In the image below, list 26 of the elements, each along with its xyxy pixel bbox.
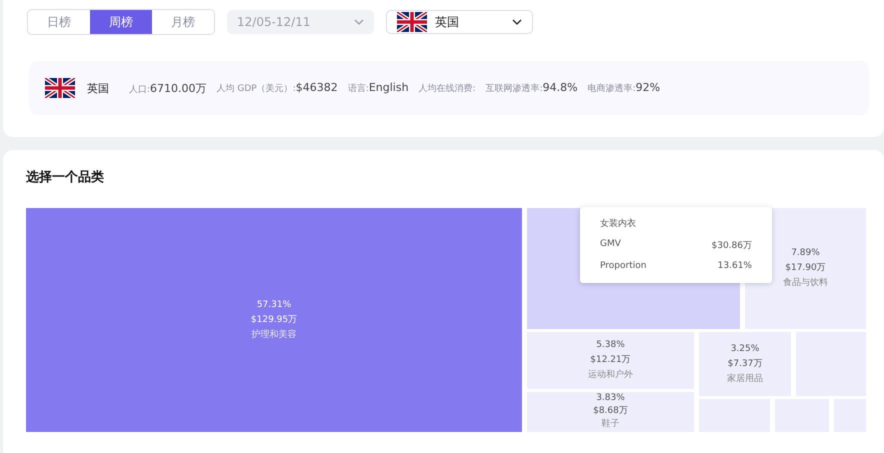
country-stat: 电商渗透率:92% <box>588 81 660 95</box>
section-title: 选择一个品类 <box>26 169 105 186</box>
tile-percent: 5.38% <box>596 339 625 352</box>
country-name: 英国 <box>87 80 109 96</box>
tile-category: 鞋子 <box>602 418 620 431</box>
tooltip-title: 女装内衣 <box>600 218 637 230</box>
tile-amount: $7.37万 <box>728 358 762 370</box>
country-stat: 互联网渗透率:94.8% <box>486 81 578 95</box>
tile-percent: 3.25% <box>730 342 760 356</box>
country-stat: 语言:English <box>348 81 409 95</box>
tile-amount: $17.90万 <box>785 262 826 275</box>
tile-category: 食品与饮料 <box>783 276 828 290</box>
tile-amount: $8.68万 <box>593 405 628 418</box>
tile-percent: 7.89% <box>791 247 820 260</box>
tile-percent: 57.31% <box>256 298 292 312</box>
tile-category: 家居用品 <box>727 372 763 386</box>
tile-amount: $12.21万 <box>590 354 631 367</box>
country-stat: 人均在线消费: <box>418 82 476 94</box>
tile-category: 运动和户外 <box>588 368 633 382</box>
tooltip-label: Proportion <box>600 261 646 271</box>
tooltip-label: GMV <box>600 239 621 251</box>
tile-amount: $129.95万 <box>250 314 298 326</box>
tile-percent: 3.83% <box>596 392 625 405</box>
country-stat: 人口:6710.00万 <box>129 80 207 96</box>
tile-category: 护理和美容 <box>252 328 296 342</box>
country-stat: 人均 GDP（美元）:$46382 <box>216 81 338 95</box>
